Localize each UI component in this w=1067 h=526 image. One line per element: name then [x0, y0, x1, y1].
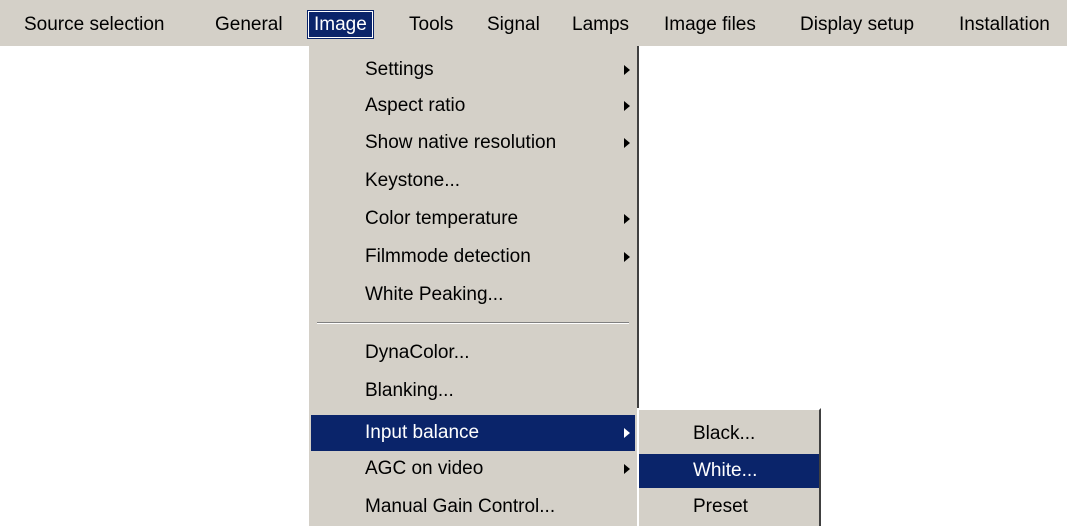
- menu-tools[interactable]: Tools: [409, 10, 453, 39]
- menu-item-label: Keystone...: [365, 170, 461, 191]
- menu-item-label: DynaColor...: [365, 342, 470, 363]
- menu-item-manual-gain-control[interactable]: Manual Gain Control...: [311, 489, 635, 525]
- menu-item-label: Blanking...: [365, 380, 454, 401]
- menu-item-label: Manual Gain Control...: [365, 496, 556, 517]
- triangle-right-icon: [624, 252, 630, 262]
- menu-display-setup[interactable]: Display setup: [800, 10, 914, 39]
- menu-item-show-native-resolution[interactable]: Show native resolution: [311, 125, 635, 161]
- menu-item-dynacolor[interactable]: DynaColor...: [311, 335, 635, 371]
- menu-item-label: Filmmode detection: [365, 246, 531, 267]
- menu-general[interactable]: General: [215, 10, 283, 39]
- submenu-item-label: White...: [693, 460, 758, 481]
- menu-separator: [317, 322, 629, 324]
- submenu-item-black[interactable]: Black...: [639, 417, 819, 451]
- triangle-right-icon: [624, 101, 630, 111]
- menu-bar: Source selection General Image Tools Sig…: [0, 0, 1067, 46]
- submenu-item-preset[interactable]: Preset: [639, 490, 819, 524]
- menu-lamps[interactable]: Lamps: [572, 10, 629, 39]
- menu-image[interactable]: Image: [307, 10, 374, 39]
- menu-item-label: Settings: [365, 59, 434, 80]
- menu-image-files[interactable]: Image files: [664, 10, 756, 39]
- menu-item-white-peaking[interactable]: White Peaking...: [311, 277, 635, 313]
- menu-installation[interactable]: Installation: [959, 10, 1050, 39]
- menu-item-label: Aspect ratio: [365, 95, 466, 116]
- triangle-right-icon: [624, 464, 630, 474]
- input-balance-submenu: Black... White... Preset: [637, 408, 821, 526]
- menu-item-label: AGC on video: [365, 458, 484, 479]
- menu-item-filmmode-detection[interactable]: Filmmode detection: [311, 239, 635, 275]
- submenu-item-white[interactable]: White...: [639, 454, 819, 488]
- triangle-right-icon: [624, 428, 630, 438]
- menu-item-input-balance[interactable]: Input balance: [311, 415, 635, 451]
- menu-item-keystone[interactable]: Keystone...: [311, 163, 635, 199]
- menu-item-label: White Peaking...: [365, 284, 504, 305]
- menu-signal[interactable]: Signal: [487, 10, 540, 39]
- menu-item-color-temperature[interactable]: Color temperature: [311, 201, 635, 237]
- triangle-right-icon: [624, 138, 630, 148]
- menu-item-settings[interactable]: Settings: [311, 52, 635, 88]
- menu-item-label: Color temperature: [365, 208, 519, 229]
- menu-item-label: Show native resolution: [365, 132, 557, 153]
- submenu-item-label: Preset: [693, 496, 748, 517]
- menu-item-label: Input balance: [365, 422, 480, 443]
- menu-item-blanking[interactable]: Blanking...: [311, 373, 635, 409]
- triangle-right-icon: [624, 214, 630, 224]
- menu-source-selection[interactable]: Source selection: [24, 10, 164, 39]
- triangle-right-icon: [624, 65, 630, 75]
- menu-item-aspect-ratio[interactable]: Aspect ratio: [311, 88, 635, 124]
- menu-item-agc-on-video[interactable]: AGC on video: [311, 451, 635, 487]
- image-dropdown-menu: Settings Aspect ratio Show native resolu…: [307, 46, 639, 526]
- submenu-item-label: Black...: [693, 423, 756, 444]
